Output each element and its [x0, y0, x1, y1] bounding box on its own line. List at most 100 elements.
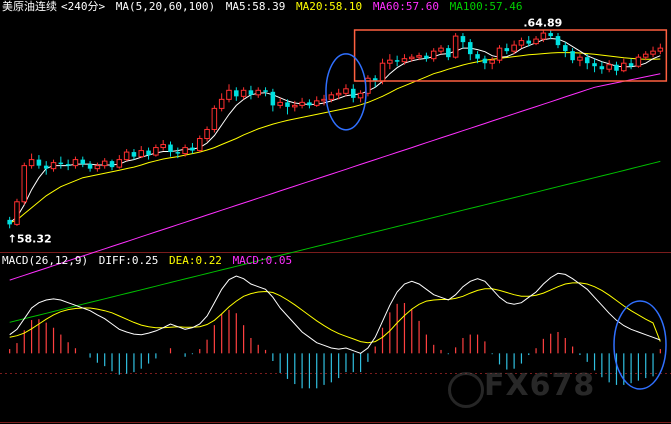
macd-pane-header: MACD(26,12,9) DIFF:0.25 DEA:0.22 MACD:0.…	[2, 254, 296, 268]
candle	[614, 61, 619, 76]
candle	[109, 159, 115, 171]
candle-body	[28, 159, 35, 167]
candle-body	[101, 160, 108, 167]
candle	[196, 135, 203, 153]
main-pane-header: 美原油连续 <240分> MA(5,20,60,100) MA5:58.39 MA…	[2, 0, 527, 14]
candle-body	[599, 66, 605, 70]
dea-value: DEA:0.22	[168, 254, 222, 267]
candle-body	[87, 164, 93, 169]
candle	[146, 147, 151, 160]
candle	[424, 52, 429, 62]
candle	[58, 156, 64, 169]
watermark-logo-icon	[448, 372, 484, 408]
candle	[65, 159, 71, 171]
candle	[430, 48, 437, 62]
candle	[504, 43, 510, 55]
candle	[555, 33, 561, 49]
candle	[446, 45, 451, 61]
ma5-path	[9, 37, 661, 224]
candle	[548, 30, 553, 40]
candle	[635, 54, 642, 68]
candle	[650, 46, 656, 58]
candle	[606, 60, 612, 73]
ma60-line	[9, 73, 661, 281]
period-label[interactable]: <240分>	[61, 0, 105, 13]
candle-body	[526, 40, 532, 44]
candle	[351, 84, 356, 103]
candle-body	[394, 60, 400, 62]
ma20-path	[9, 52, 661, 224]
candle	[533, 36, 539, 46]
candle-body	[621, 62, 627, 72]
candle-body	[204, 128, 210, 140]
diff-value: DIFF:0.25	[98, 254, 159, 267]
candle	[628, 58, 634, 70]
ma100-value: MA100:57.46	[449, 0, 523, 13]
candle	[518, 37, 525, 49]
candle	[467, 39, 473, 61]
candle-body	[424, 55, 429, 59]
candle-body	[438, 47, 444, 52]
macd-params-label: MACD(26,12,9)	[2, 254, 89, 267]
candle	[460, 33, 466, 49]
ma20-value: MA20:58.10	[295, 0, 363, 13]
candle	[160, 140, 166, 151]
candle-body	[196, 138, 203, 152]
candle-body	[401, 58, 408, 63]
candle	[87, 161, 93, 172]
candle	[226, 84, 232, 103]
candle-body	[540, 32, 547, 40]
candle-body	[153, 147, 159, 156]
ma-params-label: MA(5,20,60,100)	[115, 0, 216, 13]
candle	[343, 84, 349, 97]
candle-body	[642, 53, 649, 58]
candle	[394, 55, 400, 67]
candle-body	[160, 144, 166, 149]
candle-body	[650, 50, 656, 55]
candle-body	[94, 165, 101, 170]
candle-body	[343, 88, 349, 94]
candle-body	[592, 63, 597, 67]
candle	[123, 149, 130, 162]
candle	[452, 33, 459, 59]
candle-body	[496, 47, 503, 61]
candle	[563, 42, 568, 58]
candle	[592, 58, 597, 73]
candle-body	[138, 150, 145, 158]
candle	[7, 216, 12, 229]
candle-body	[533, 38, 539, 45]
candle-body	[292, 104, 298, 108]
candle-body	[277, 101, 283, 106]
macd-value: MACD:0.05	[232, 254, 293, 267]
candle	[599, 61, 605, 74]
candle	[72, 156, 79, 169]
candle	[438, 45, 444, 55]
candle-body	[299, 101, 305, 106]
candle	[116, 155, 123, 169]
candle-body	[7, 219, 12, 225]
candle-body	[234, 90, 239, 97]
ma100-line	[9, 160, 661, 323]
dea-line	[9, 282, 661, 344]
candle-body	[211, 107, 218, 130]
instrument-title: 美原油连续	[2, 0, 57, 13]
candle-body	[606, 64, 612, 70]
candle	[657, 43, 664, 55]
candle	[138, 146, 145, 159]
candle-body	[146, 150, 151, 156]
candle-body	[563, 45, 568, 52]
candlestick-macd-chart: ↑58.32 .64.89	[0, 16, 671, 423]
candle-body	[409, 56, 415, 60]
candle-body	[635, 56, 642, 67]
candle	[28, 153, 35, 169]
candle	[357, 90, 364, 103]
candle-body	[240, 89, 247, 97]
candle-body	[255, 89, 261, 96]
candle-body	[475, 54, 480, 59]
candle-body	[168, 144, 173, 153]
candle-body	[72, 159, 79, 167]
candle-body	[548, 33, 553, 37]
candle-body	[58, 162, 64, 165]
candle-body	[518, 40, 525, 46]
candle-body	[226, 89, 232, 100]
